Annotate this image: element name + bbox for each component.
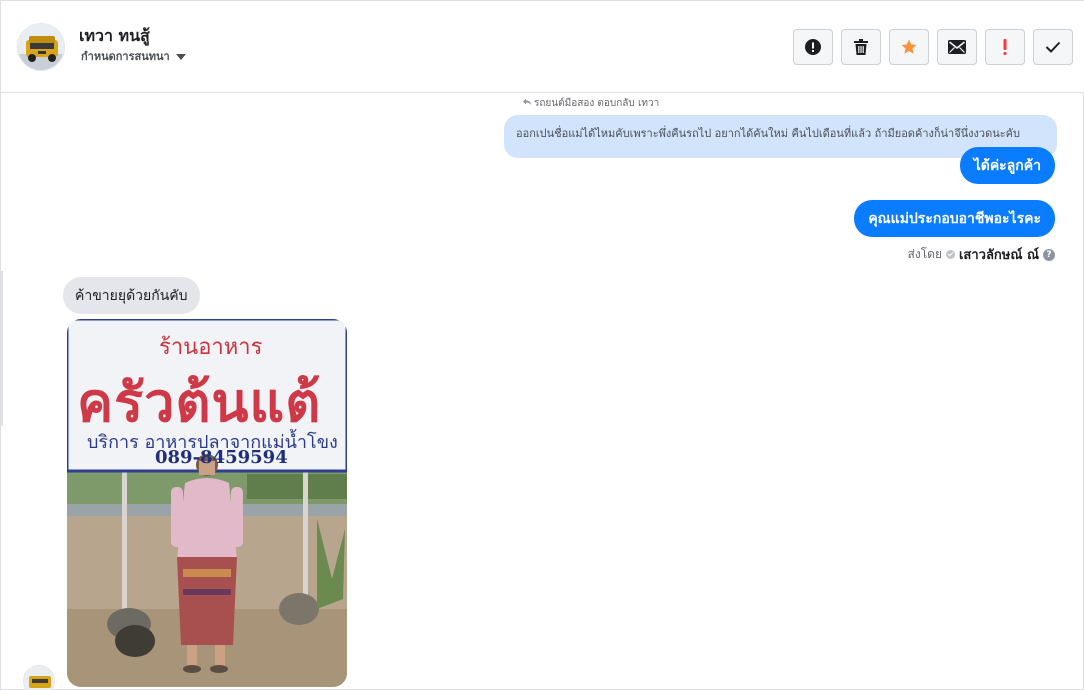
caret-down-icon [175, 54, 186, 60]
assign-conversation-dropdown[interactable]: กำหนดการสนทนา [81, 47, 186, 65]
star-icon [900, 38, 918, 56]
check-icon [1045, 41, 1061, 53]
exclamation-icon [1002, 39, 1008, 55]
sent-by-line: ส่งโดย เสาวลักษณ์ ณ์ ? [908, 244, 1055, 265]
header-toolbar [793, 29, 1073, 65]
messenger-window: เทวา ทนสู้ กำหนดการสนทนา รถยนต์มือสอง ตอ… [0, 0, 1084, 690]
envelope-icon [948, 40, 966, 54]
spam-button[interactable] [793, 29, 833, 65]
reply-context-text: รถยนต์มือสอง ตอบกลับ เทวา [534, 98, 660, 109]
photo-attachment[interactable]: ร้านอาหาร ครัวต้นแต้ บริการ อาหารปลาจากแ… [67, 319, 347, 687]
star-button[interactable] [889, 29, 929, 65]
agent-name: เสาวลักษณ์ ณ์ [958, 248, 1039, 263]
trash-icon [854, 39, 868, 55]
sent-by-label: ส่งโดย [907, 247, 942, 261]
reply-context: รถยนต์มือสอง ตอบกลับ เทวา [523, 96, 659, 111]
reply-arrow-icon [523, 98, 532, 109]
outgoing-message[interactable]: ได้ค่ะลูกค้า [959, 147, 1055, 184]
alert-circle-icon [805, 39, 821, 55]
assign-label: กำหนดการสนทนา [81, 50, 170, 63]
mark-done-button[interactable] [1033, 29, 1073, 65]
help-icon[interactable]: ? [1043, 248, 1055, 261]
verified-icon [945, 250, 955, 259]
delete-button[interactable] [841, 29, 881, 65]
scroll-rail [1, 271, 3, 426]
sign-line-4: 089-8459594 [155, 447, 288, 468]
contact-name[interactable]: เทวา ทนสู้ [79, 24, 150, 49]
incoming-message[interactable]: ค้าขายยุด้วยกันคับ [63, 277, 200, 314]
conversation-header: เทวา ทนสู้ กำหนดการสนทนา [1, 1, 1084, 93]
mark-important-button[interactable] [985, 29, 1025, 65]
contact-avatar[interactable] [17, 23, 65, 71]
mark-unread-button[interactable] [937, 29, 977, 65]
sender-small-avatar[interactable] [23, 665, 55, 690]
outgoing-message[interactable]: คุณแม่ประกอบอาชีพอะไรคะ [854, 200, 1055, 237]
